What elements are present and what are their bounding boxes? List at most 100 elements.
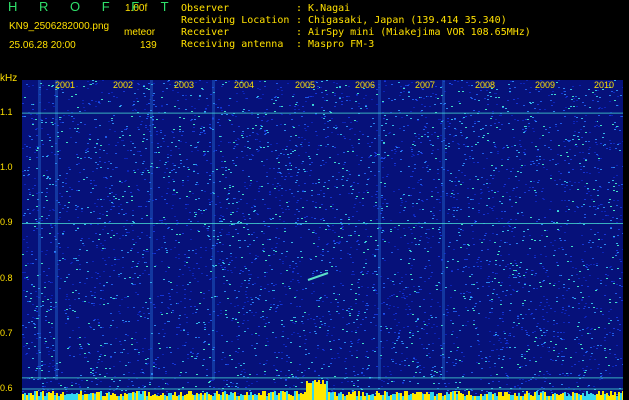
noise-pixel bbox=[572, 86, 574, 87]
noise-pixel bbox=[370, 322, 372, 323]
noise-pixel bbox=[485, 125, 487, 126]
noise-pixel bbox=[163, 177, 165, 178]
noise-pixel bbox=[218, 119, 220, 120]
noise-pixel bbox=[364, 312, 366, 313]
noise-pixel bbox=[290, 362, 292, 363]
noise-pixel bbox=[100, 243, 102, 244]
noise-pixel bbox=[206, 369, 208, 370]
noise-pixel bbox=[594, 312, 596, 313]
noise-pixel bbox=[82, 301, 84, 302]
noise-pixel bbox=[480, 268, 482, 269]
noise-pixel bbox=[306, 171, 308, 172]
noise-pixel bbox=[137, 83, 139, 84]
noise-pixel bbox=[145, 302, 147, 303]
noise-pixel bbox=[336, 311, 338, 312]
noise-pixel bbox=[598, 158, 600, 159]
noise-pixel bbox=[367, 287, 369, 288]
noise-pixel bbox=[62, 92, 64, 93]
noise-pixel bbox=[241, 257, 243, 258]
noise-pixel bbox=[559, 275, 561, 276]
noise-pixel bbox=[450, 196, 452, 197]
noise-pixel bbox=[245, 294, 247, 295]
noise-pixel bbox=[365, 106, 367, 107]
noise-pixel bbox=[123, 374, 125, 375]
noise-pixel bbox=[373, 290, 375, 291]
noise-pixel bbox=[391, 150, 393, 151]
noise-pixel bbox=[534, 275, 536, 276]
noise-pixel bbox=[119, 137, 121, 138]
noise-pixel bbox=[116, 327, 118, 328]
noise-pixel bbox=[462, 118, 464, 119]
noise-pixel bbox=[489, 240, 491, 241]
noise-pixel bbox=[465, 159, 467, 160]
noise-pixel bbox=[292, 96, 294, 97]
noise-pixel bbox=[98, 239, 100, 240]
noise-pixel bbox=[51, 356, 53, 357]
noise-pixel bbox=[119, 238, 121, 239]
noise-pixel bbox=[598, 126, 600, 127]
noise-pixel bbox=[146, 139, 148, 140]
noise-pixel bbox=[192, 353, 194, 354]
noise-pixel bbox=[104, 376, 106, 377]
noise-pixel bbox=[168, 293, 170, 294]
noise-pixel bbox=[84, 124, 86, 125]
noise-pixel bbox=[400, 159, 402, 160]
noise-pixel bbox=[71, 262, 73, 263]
noise-pixel bbox=[69, 355, 71, 356]
noise-pixel bbox=[344, 342, 346, 343]
noise-pixel bbox=[33, 119, 35, 120]
noise-pixel bbox=[566, 182, 568, 183]
noise-pixel bbox=[216, 243, 218, 244]
noise-pixel bbox=[561, 364, 563, 365]
noise-pixel bbox=[46, 200, 48, 201]
noise-pixel bbox=[66, 173, 68, 174]
noise-pixel bbox=[502, 312, 504, 313]
noise-pixel bbox=[196, 263, 198, 264]
noise-pixel bbox=[44, 364, 46, 365]
noise-pixel bbox=[231, 320, 233, 321]
noise-pixel bbox=[393, 294, 395, 295]
noise-pixel bbox=[275, 197, 277, 198]
noise-pixel bbox=[526, 269, 528, 270]
noise-pixel bbox=[579, 271, 581, 272]
noise-pixel bbox=[230, 303, 232, 304]
noise-pixel bbox=[45, 196, 47, 197]
noise-pixel bbox=[466, 248, 468, 249]
noise-pixel bbox=[593, 307, 595, 308]
noise-pixel bbox=[339, 194, 341, 195]
noise-pixel bbox=[539, 282, 541, 283]
noise-pixel bbox=[551, 392, 553, 393]
noise-pixel bbox=[195, 212, 197, 213]
noise-pixel bbox=[87, 151, 89, 152]
noise-pixel bbox=[558, 230, 560, 231]
noise-pixel bbox=[35, 370, 37, 371]
noise-pixel bbox=[538, 375, 540, 376]
noise-pixel bbox=[195, 337, 197, 338]
noise-pixel bbox=[244, 266, 246, 267]
noise-pixel bbox=[595, 139, 597, 140]
noise-pixel bbox=[474, 123, 476, 124]
noise-pixel bbox=[583, 126, 585, 127]
noise-pixel bbox=[221, 335, 223, 336]
noise-pixel bbox=[265, 345, 267, 346]
noise-pixel bbox=[503, 226, 505, 227]
noise-pixel bbox=[273, 298, 275, 299]
noise-pixel bbox=[90, 224, 92, 225]
noise-pixel bbox=[557, 130, 559, 131]
noise-pixel bbox=[179, 131, 181, 132]
noise-pixel bbox=[583, 375, 585, 376]
noise-pixel bbox=[113, 381, 115, 382]
noise-pixel bbox=[495, 260, 497, 261]
noise-pixel bbox=[222, 156, 224, 157]
noise-pixel bbox=[334, 232, 336, 233]
noise-pixel bbox=[544, 145, 546, 146]
noise-pixel bbox=[342, 226, 344, 227]
noise-pixel bbox=[423, 329, 425, 330]
noise-pixel bbox=[140, 206, 142, 207]
noise-pixel bbox=[293, 196, 295, 197]
noise-pixel bbox=[530, 301, 532, 302]
noise-pixel bbox=[113, 206, 115, 207]
noise-pixel bbox=[513, 322, 515, 323]
noise-pixel bbox=[71, 96, 73, 97]
noise-pixel bbox=[586, 328, 588, 329]
